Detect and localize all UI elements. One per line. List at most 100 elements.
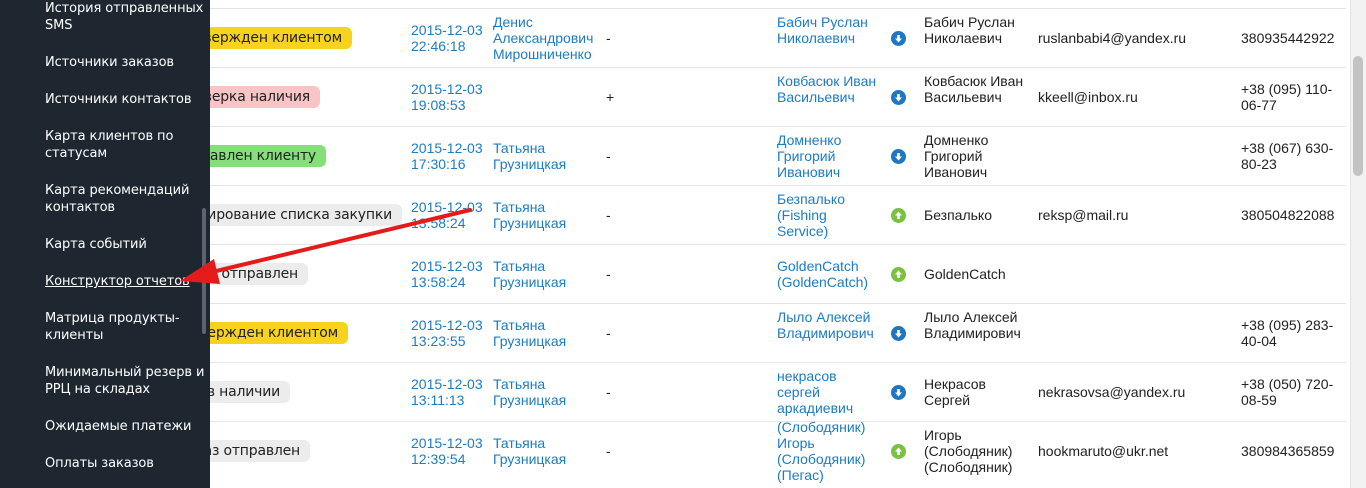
contact-link[interactable]: Безпалько (Fishing Service) <box>777 191 881 239</box>
client-phone: +38 (095) 283-40-04 <box>1241 316 1334 349</box>
sidebar-item-contact-sources[interactable]: Источники контактов <box>45 91 205 108</box>
sidebar-item-order-payments[interactable]: Оплаты заказов <box>45 455 205 472</box>
contact-link[interactable]: Бабич Руслан Николаевич <box>777 14 881 46</box>
order-time: 22:46:18 <box>411 37 466 54</box>
client-phone: +38 (095) 110-06-77 <box>1241 80 1333 113</box>
sidebar-scrollbar[interactable] <box>202 208 206 334</box>
client-phone: +38 (050) 720-08-59 <box>1241 375 1334 408</box>
client-name: Бабич Руслан Николаевич <box>924 13 1015 46</box>
row-separator <box>210 362 1346 363</box>
arrow-up-circle-icon <box>891 443 906 459</box>
status-badge[interactable]: Формирование списка закупки <box>210 203 402 226</box>
client-email: reksp@mail.ru <box>1038 206 1129 223</box>
client-email: hookmaruto@ukr.net <box>1038 442 1169 459</box>
sidebar-item-recommendation-map[interactable]: Карта рекомендаций контактов <box>45 182 205 216</box>
client-name: Игорь (Слободяник) (Слободяник) <box>924 426 1013 475</box>
status-badge-label: Нет в наличии <box>210 383 280 400</box>
page-scrollbar-thumb[interactable] <box>1353 56 1363 176</box>
manager-link[interactable]: Татьяна Грузницкая <box>493 140 601 172</box>
order-time: 13:11:13 <box>411 391 465 408</box>
status-badge[interactable]: Проверка наличия <box>210 85 320 108</box>
client-email: nekrasovsa@yandex.ru <box>1038 383 1186 400</box>
client-name: Некрасов Сергей <box>924 375 986 408</box>
row-separator <box>210 8 1346 9</box>
order-time: 17:30:16 <box>411 155 466 172</box>
order-date: 2015-12-03 <box>411 316 483 333</box>
order-date: 2015-12-03 <box>411 139 483 156</box>
status-badge[interactable]: Подтвержден клиентом <box>210 26 352 49</box>
order-date-link[interactable]: 2015-12-03 13:23:55 <box>411 317 501 349</box>
order-date-link[interactable]: 2015-12-03 19:08:53 <box>411 81 501 113</box>
arrow-down-circle-icon <box>891 30 906 46</box>
row-separator <box>210 126 1346 127</box>
order-date-link[interactable]: 2015-12-03 17:30:16 <box>411 140 501 172</box>
client-name: Ковбасюк Иван Васильевич <box>924 72 1024 105</box>
manager-link[interactable]: Татьяна Грузницкая <box>493 317 601 349</box>
client-name: Безпалько <box>924 206 992 223</box>
status-badge-label: Подтвержден клиентом <box>210 324 338 341</box>
sign-marker: - <box>606 383 611 400</box>
client-phone: 380984365859 <box>1241 442 1335 459</box>
sign-marker: + <box>606 88 615 105</box>
manager-link[interactable]: Татьяна Грузницкая <box>493 199 601 231</box>
sidebar-item-client-status-map[interactable]: Карта клиентов по статусам <box>45 128 205 162</box>
arrow-up-circle-icon <box>891 207 906 223</box>
order-date-link[interactable]: 2015-12-03 13:58:24 <box>411 258 501 290</box>
client-email: ruslanbabi4@yandex.ru <box>1038 29 1187 46</box>
status-badge-label: Проверка наличия <box>210 88 310 105</box>
order-date: 2015-12-03 <box>411 21 483 38</box>
client-name: Домненко Григорий Иванович <box>924 131 989 180</box>
client-phone: 380935442922 <box>1241 29 1335 46</box>
arrow-down-circle-icon <box>891 89 906 105</box>
sidebar-item-event-map[interactable]: Карта событий <box>45 236 205 253</box>
client-name: GoldenCatch <box>924 265 1006 282</box>
status-badge[interactable]: Заказ отправлен <box>210 262 308 285</box>
client-name: Лыло Алексей Владимирович <box>924 308 1021 341</box>
row-separator <box>210 67 1346 68</box>
sidebar-item-order-sources[interactable]: Источники заказов <box>45 54 205 71</box>
manager-link[interactable]: Денис Александрович Мирошниченко <box>493 14 601 62</box>
contact-link[interactable]: Ковбасюк Иван Васильевич <box>777 73 881 105</box>
manager-link[interactable]: Татьяна Грузницкая <box>493 435 601 467</box>
sign-marker: - <box>606 265 611 282</box>
order-time: 13:58:24 <box>411 273 466 290</box>
status-badge[interactable]: Отправлен клиенту <box>210 144 326 167</box>
client-phone: 380504822088 <box>1241 206 1335 223</box>
status-badge-label: Отправлен клиенту <box>210 147 316 164</box>
order-date: 2015-12-03 <box>411 434 483 451</box>
manager-link[interactable]: Татьяна Грузницкая <box>493 376 601 408</box>
sidebar-item-expected-payments[interactable]: Ожидаемые платежи <box>45 418 205 435</box>
row-separator <box>210 244 1346 245</box>
status-badge[interactable]: Заказ отправлен <box>210 439 310 462</box>
order-date-link[interactable]: 2015-12-03 12:39:54 <box>411 435 501 467</box>
contact-link[interactable]: (Слободяник) Игорь (Слободяник) (Пегас) <box>777 419 881 483</box>
status-badge-label: Формирование списка закупки <box>210 206 392 223</box>
row-separator <box>210 303 1346 304</box>
sidebar-item-sms-history[interactable]: История отправленных SMS <box>45 0 205 34</box>
order-date-link[interactable]: 2015-12-03 22:46:18 <box>411 22 501 54</box>
row-separator <box>210 185 1346 186</box>
order-date: 2015-12-03 <box>411 257 483 274</box>
sidebar-item-min-reserve[interactable]: Минимальный резерв и РРЦ на складах <box>45 364 205 398</box>
arrow-down-circle-icon <box>891 384 906 400</box>
status-badge-label: Заказ отправлен <box>210 265 298 282</box>
contact-link[interactable]: Лыло Алексей Владимирович <box>777 309 881 341</box>
sign-marker: - <box>606 29 611 46</box>
contact-link[interactable]: некрасов сергей аркадиевич <box>777 368 881 416</box>
sign-marker: - <box>606 324 611 341</box>
order-date-link[interactable]: 2015-12-03 13:58:24 <box>411 199 501 231</box>
order-time: 12:39:54 <box>411 450 466 467</box>
sidebar-item-report-builder[interactable]: Конструктор отчетов <box>45 273 205 290</box>
status-badge[interactable]: Подтвержден клиентом <box>210 321 348 344</box>
status-badge-label: Подтвержден клиентом <box>210 29 342 46</box>
contact-link[interactable]: GoldenCatch (GoldenCatch) <box>777 258 881 290</box>
order-date: 2015-12-03 <box>411 198 483 215</box>
status-badge[interactable]: Нет в наличии <box>210 380 290 403</box>
sidebar-item-product-client-matrix[interactable]: Матрица продукты-клиенты <box>45 310 205 344</box>
sign-marker: - <box>606 206 611 223</box>
contact-link[interactable]: Домненко Григорий Иванович <box>777 132 881 180</box>
sign-marker: - <box>606 147 611 164</box>
order-date-link[interactable]: 2015-12-03 13:11:13 <box>411 376 501 408</box>
manager-link[interactable]: Татьяна Грузницкая <box>493 258 601 290</box>
order-time: 13:23:55 <box>411 332 466 349</box>
